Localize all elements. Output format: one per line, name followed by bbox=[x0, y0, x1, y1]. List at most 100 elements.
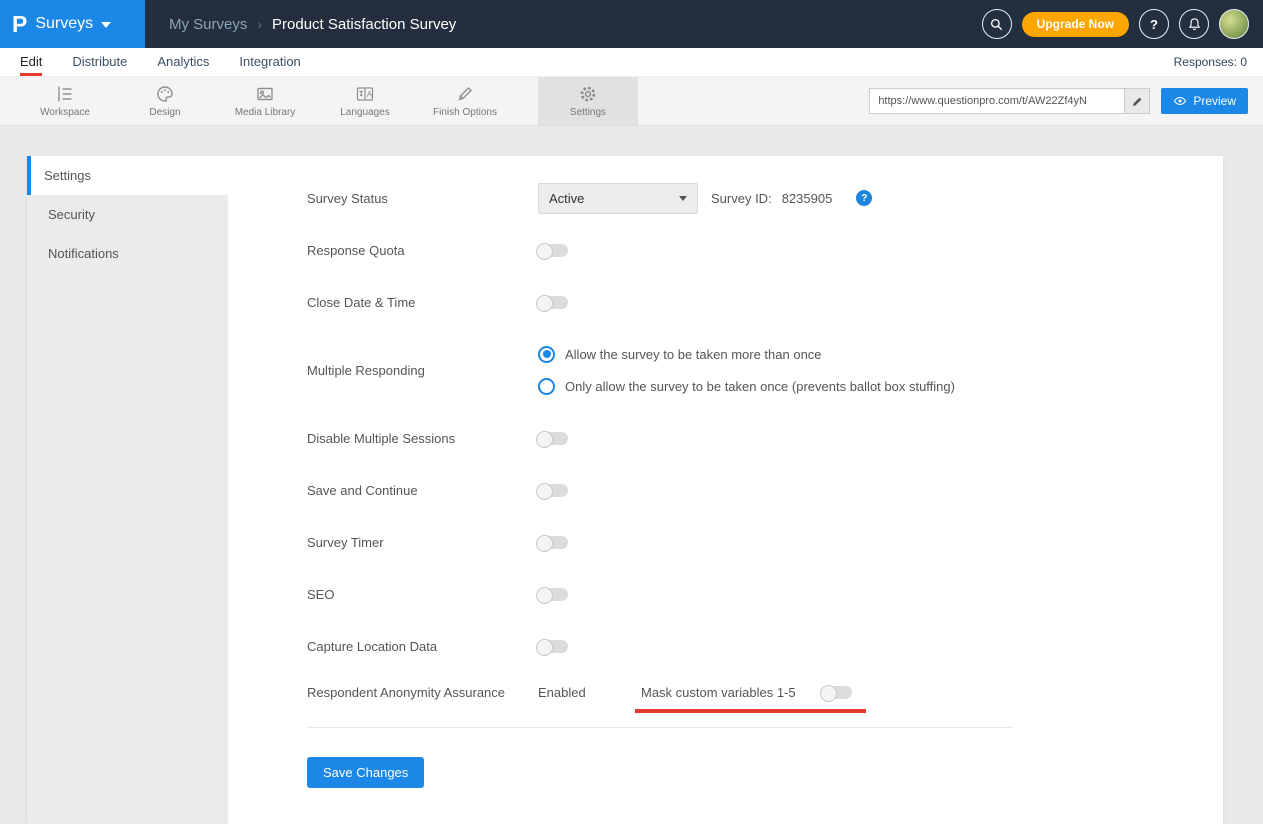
save-and-continue-label: Save and Continue bbox=[307, 483, 538, 498]
survey-status-label: Survey Status bbox=[307, 191, 538, 206]
toolbar-item-design[interactable]: Design bbox=[115, 77, 215, 125]
save-and-continue-toggle[interactable] bbox=[538, 484, 568, 497]
avatar[interactable] bbox=[1219, 9, 1249, 39]
toolbar-item-label: Design bbox=[149, 107, 180, 118]
survey-timer-toggle[interactable] bbox=[538, 536, 568, 549]
row-save-and-continue: Save and Continue bbox=[307, 464, 1013, 516]
capture-location-label: Capture Location Data bbox=[307, 639, 538, 654]
save-changes-button[interactable]: Save Changes bbox=[307, 757, 424, 788]
radio-selected-icon[interactable] bbox=[538, 346, 555, 363]
page-title: Product Satisfaction Survey bbox=[272, 16, 456, 33]
chevron-down-icon bbox=[101, 22, 111, 28]
search-button[interactable] bbox=[982, 9, 1012, 39]
toolbar-item-workspace[interactable]: Workspace bbox=[15, 77, 115, 125]
row-survey-timer: Survey Timer bbox=[307, 516, 1013, 568]
capture-location-toggle[interactable] bbox=[538, 640, 568, 653]
radio-option-multiple-allowed[interactable]: Allow the survey to be taken more than o… bbox=[538, 346, 955, 363]
radio-option-label: Only allow the survey to be taken once (… bbox=[565, 379, 955, 394]
product-switcher[interactable]: P Surveys bbox=[0, 0, 145, 48]
disable-multiple-sessions-toggle[interactable] bbox=[538, 432, 568, 445]
toolbar-right: Preview bbox=[869, 77, 1263, 125]
disable-multiple-sessions-label: Disable Multiple Sessions bbox=[307, 431, 538, 446]
product-name: Surveys bbox=[35, 15, 93, 33]
eye-icon bbox=[1173, 94, 1187, 108]
design-palette-icon bbox=[155, 84, 175, 104]
tab-edit[interactable]: Edit bbox=[20, 48, 42, 76]
anonymity-status: Enabled bbox=[538, 685, 635, 700]
toolbar-item-settings[interactable]: Settings bbox=[538, 77, 638, 125]
survey-url-input[interactable] bbox=[869, 88, 1124, 114]
toolbar-item-label: Finish Options bbox=[433, 107, 497, 118]
survey-status-select[interactable]: Active bbox=[538, 183, 698, 214]
settings-card: Settings Security Notifications Survey S… bbox=[27, 156, 1223, 824]
edit-url-button[interactable] bbox=[1124, 88, 1150, 114]
toolbar-item-label: Settings bbox=[570, 107, 606, 118]
preview-label: Preview bbox=[1193, 94, 1236, 108]
response-quota-toggle[interactable] bbox=[538, 244, 568, 257]
edit-toolbar: Workspace Design Media Library A Languag… bbox=[0, 77, 1263, 126]
row-multiple-responding: Multiple Responding Allow the survey to … bbox=[307, 328, 1013, 412]
row-seo: SEO bbox=[307, 568, 1013, 620]
survey-status-value: Active bbox=[549, 191, 584, 206]
row-respondent-anonymity: Respondent Anonymity Assurance Enabled M… bbox=[307, 672, 1013, 728]
respondent-anonymity-label: Respondent Anonymity Assurance bbox=[307, 685, 538, 700]
survey-url-group bbox=[869, 88, 1150, 114]
row-save: Save Changes bbox=[307, 746, 1013, 798]
help-button[interactable]: ? bbox=[1139, 9, 1169, 39]
notifications-button[interactable] bbox=[1179, 9, 1209, 39]
survey-nav: Edit Distribute Analytics Integration Re… bbox=[0, 48, 1263, 77]
settings-form: Survey Status Active Survey ID: 8235905 … bbox=[228, 156, 1223, 824]
question-mark-icon: ? bbox=[1150, 17, 1158, 32]
row-close-date: Close Date & Time bbox=[307, 276, 1013, 328]
brush-icon bbox=[455, 84, 475, 104]
survey-timer-label: Survey Timer bbox=[307, 535, 538, 550]
sidebar-item-security[interactable]: Security bbox=[27, 195, 228, 234]
toolbar-item-media-library[interactable]: Media Library bbox=[215, 77, 315, 125]
mask-custom-variables-group: Mask custom variables 1-5 bbox=[635, 685, 866, 713]
row-capture-location: Capture Location Data bbox=[307, 620, 1013, 672]
toolbar-item-label: Workspace bbox=[40, 107, 90, 118]
seo-toggle[interactable] bbox=[538, 588, 568, 601]
breadcrumb-my-surveys[interactable]: My Surveys bbox=[169, 16, 247, 33]
tab-distribute[interactable]: Distribute bbox=[72, 48, 127, 76]
chevron-down-icon bbox=[679, 196, 687, 201]
top-actions: Upgrade Now ? bbox=[982, 9, 1263, 39]
row-survey-status: Survey Status Active Survey ID: 8235905 … bbox=[307, 172, 1013, 224]
svg-text:A: A bbox=[367, 89, 373, 99]
tab-analytics[interactable]: Analytics bbox=[157, 48, 209, 76]
close-date-toggle[interactable] bbox=[538, 296, 568, 309]
radio-option-label: Allow the survey to be taken more than o… bbox=[565, 347, 822, 362]
languages-icon: A bbox=[355, 84, 375, 104]
sidebar-item-notifications[interactable]: Notifications bbox=[27, 234, 228, 273]
toolbar-item-languages[interactable]: A Languages bbox=[315, 77, 415, 125]
mask-custom-variables-toggle[interactable] bbox=[822, 686, 852, 699]
tab-integration[interactable]: Integration bbox=[239, 48, 300, 76]
response-quota-label: Response Quota bbox=[307, 243, 538, 258]
search-icon bbox=[989, 17, 1004, 32]
upgrade-now-button[interactable]: Upgrade Now bbox=[1022, 12, 1129, 37]
radio-option-once-only[interactable]: Only allow the survey to be taken once (… bbox=[538, 378, 955, 395]
row-disable-multiple-sessions: Disable Multiple Sessions bbox=[307, 412, 1013, 464]
row-response-quota: Response Quota bbox=[307, 224, 1013, 276]
image-icon bbox=[255, 84, 275, 104]
gear-icon bbox=[578, 84, 598, 104]
toolbar-item-label: Media Library bbox=[235, 107, 296, 118]
settings-sidebar: Settings Security Notifications bbox=[27, 156, 228, 824]
seo-label: SEO bbox=[307, 587, 538, 602]
mask-custom-variables-label: Mask custom variables 1-5 bbox=[641, 685, 796, 700]
responses-count[interactable]: Responses: 0 bbox=[1174, 48, 1263, 76]
sidebar-item-settings[interactable]: Settings bbox=[27, 156, 228, 195]
workspace-icon bbox=[55, 84, 75, 104]
survey-id-help-icon[interactable]: ? bbox=[856, 190, 872, 206]
multiple-responding-label: Multiple Responding bbox=[307, 363, 538, 378]
close-date-label: Close Date & Time bbox=[307, 295, 538, 310]
questionpro-logo-icon: P bbox=[12, 13, 27, 36]
preview-button[interactable]: Preview bbox=[1161, 88, 1248, 114]
toolbar-item-finish-options[interactable]: Finish Options bbox=[415, 77, 515, 125]
content-area: Settings Security Notifications Survey S… bbox=[0, 126, 1263, 824]
toolbar-item-label: Languages bbox=[340, 107, 390, 118]
breadcrumb-separator: › bbox=[257, 16, 262, 32]
pencil-icon bbox=[1131, 95, 1144, 108]
radio-unselected-icon[interactable] bbox=[538, 378, 555, 395]
breadcrumb: My Surveys › Product Satisfaction Survey bbox=[169, 16, 456, 33]
